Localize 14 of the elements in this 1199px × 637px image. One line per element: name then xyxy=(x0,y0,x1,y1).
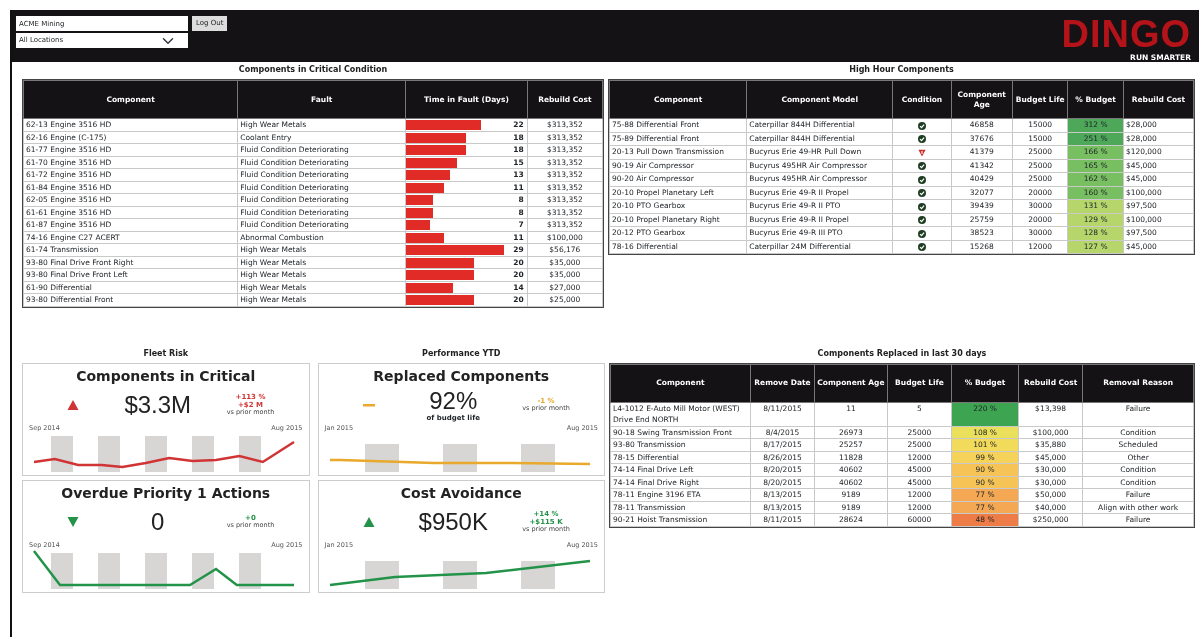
section-title: High Hour Components xyxy=(848,64,955,76)
section-title: Components Replaced in last 30 days xyxy=(816,347,988,360)
card-title: Components in Critical xyxy=(75,366,257,385)
section-title: Fleet Risk xyxy=(142,347,190,360)
logo: DINGO xyxy=(1061,16,1191,52)
section-title: Performance YTD xyxy=(421,347,502,360)
kpi-value: 0 xyxy=(151,508,165,535)
kpi-value: $950K xyxy=(418,508,488,535)
card-title: Replaced Components xyxy=(372,366,551,385)
kpi-value: 92% xyxy=(428,387,479,414)
card-title: Cost Avoidance xyxy=(399,483,523,502)
section-title: Components in Critical Condition xyxy=(237,64,389,76)
card-title: Overdue Priority 1 Actions xyxy=(60,483,272,502)
kpi-value: $3.3M xyxy=(124,391,192,418)
